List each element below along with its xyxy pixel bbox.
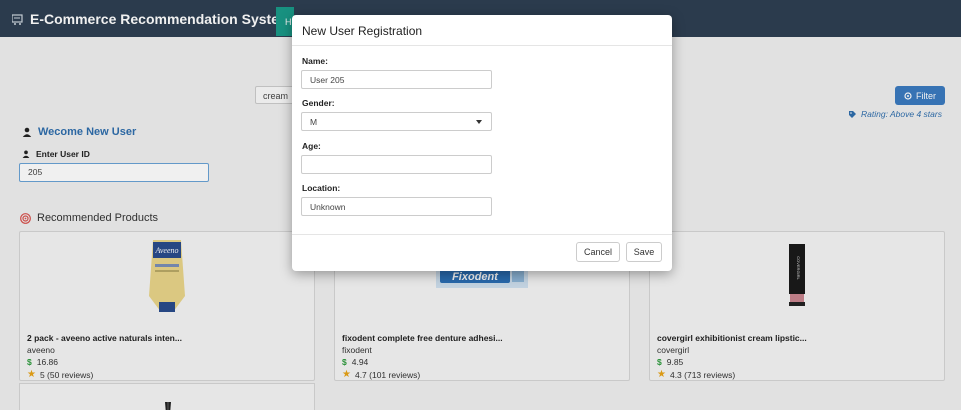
cancel-button[interactable]: Cancel — [576, 242, 620, 262]
name-input[interactable]: User 205 — [301, 70, 492, 89]
location-label: Location: — [302, 183, 341, 193]
dialog-footer — [292, 234, 672, 235]
caret-down-icon — [476, 120, 482, 124]
gender-value: M — [310, 117, 318, 127]
gender-select[interactable]: M — [301, 112, 492, 131]
save-button[interactable]: Save — [626, 242, 662, 262]
location-input[interactable]: Unknown — [301, 197, 492, 216]
age-label: Age: — [302, 141, 321, 151]
dialog-title: New User Registration — [292, 15, 672, 46]
age-input[interactable] — [301, 155, 492, 174]
name-label: Name: — [302, 56, 328, 66]
gender-label: Gender: — [302, 98, 335, 108]
new-user-registration-dialog: New User Registration Name: User 205 Gen… — [292, 15, 672, 271]
